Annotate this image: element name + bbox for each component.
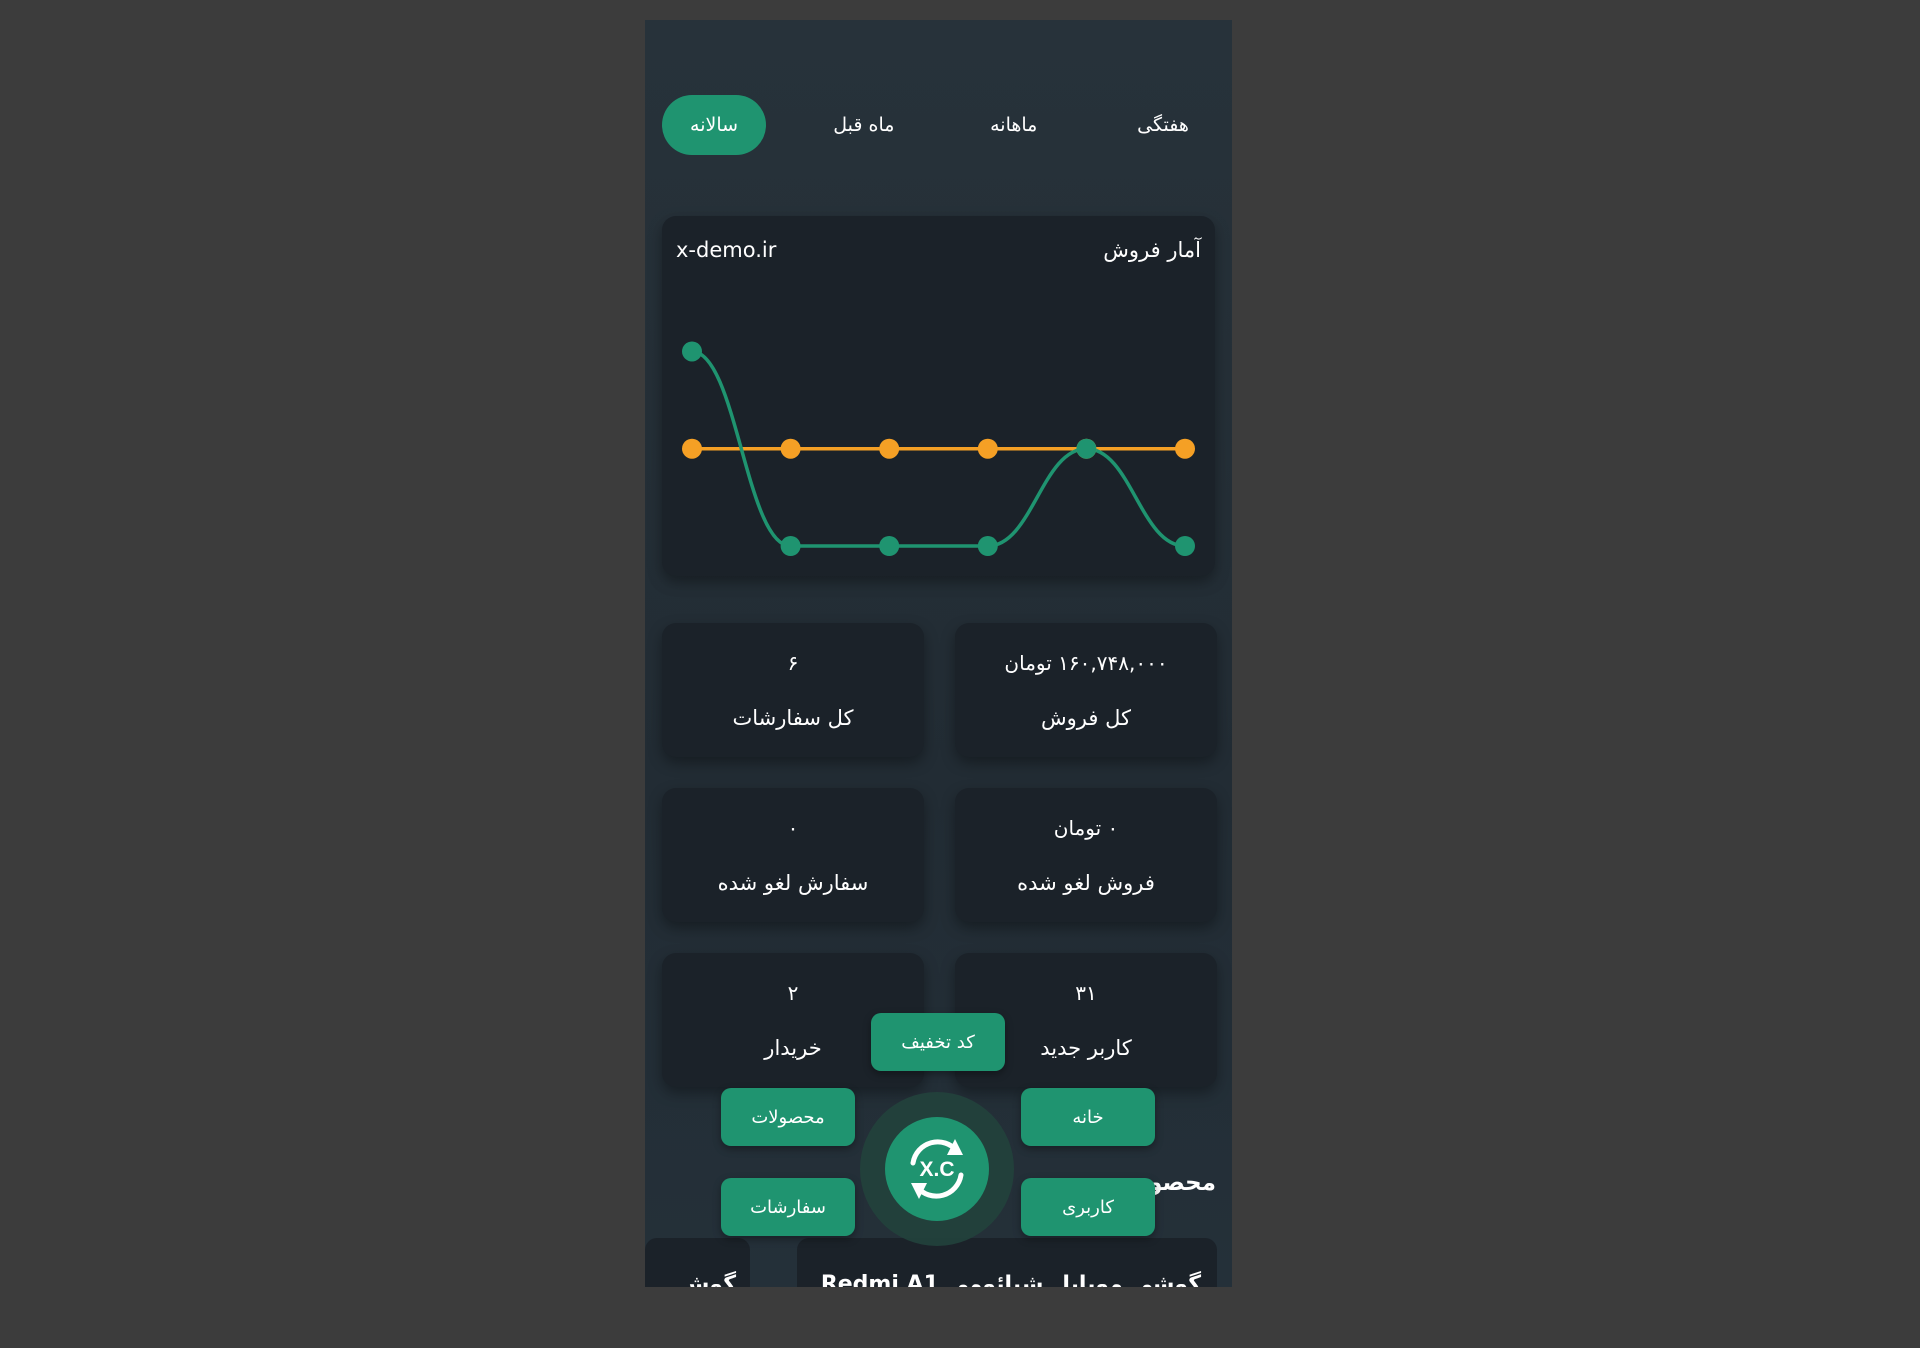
stat-label: کل فروش xyxy=(1041,705,1131,730)
stat-label: کاربر جدید xyxy=(1040,1035,1132,1060)
stat-value: ۳۱ xyxy=(1075,980,1097,1005)
stat-value: ۰ تومان xyxy=(1053,815,1119,840)
data-point[interactable] xyxy=(682,438,702,459)
tab-last-month[interactable]: ماه قبل xyxy=(811,95,916,155)
data-point[interactable] xyxy=(682,341,702,362)
stat-canceled-orders: ۰ سفارش لغو شده xyxy=(662,788,924,922)
stat-label: فروش لغو شده xyxy=(1017,870,1155,895)
stat-total-orders: ۶ کل سفارشات xyxy=(662,623,924,757)
stat-canceled-sales: ۰ تومان فروش لغو شده xyxy=(955,788,1217,922)
fab-products-button[interactable]: محصولات xyxy=(721,1088,855,1146)
data-point[interactable] xyxy=(1076,438,1097,459)
tab-weekly[interactable]: هفتگی xyxy=(1111,95,1215,155)
product-title: گوش xyxy=(679,1272,736,1287)
refresh-logo-icon: X.C xyxy=(910,1139,964,1199)
fab-orders-button[interactable]: سفارشات xyxy=(721,1178,855,1236)
stat-label: کل سفارشات xyxy=(732,705,854,730)
stat-value: ۶ xyxy=(787,650,799,675)
logo-text: X.C xyxy=(919,1158,954,1181)
stat-value: ۱۶۰,۷۴۸,۰۰۰ تومان xyxy=(1004,650,1168,675)
sales-chart-card: آمار فروش x-demo.ir xyxy=(662,216,1215,576)
fab-users-button[interactable]: کاربری xyxy=(1021,1178,1155,1236)
data-point[interactable] xyxy=(1175,536,1195,556)
section-title-products: محصو xyxy=(1148,1170,1216,1196)
stat-label: سفارش لغو شده xyxy=(717,870,869,895)
data-point[interactable] xyxy=(879,536,900,556)
fab-discount-button[interactable]: کد تخفیف xyxy=(871,1013,1005,1071)
product-card[interactable]: گوشی موبایل شیائومی Redmi A1 xyxy=(797,1238,1217,1287)
product-title: گوشی موبایل شیائومی Redmi A1 xyxy=(820,1272,1201,1287)
stat-value: ۲ xyxy=(787,980,799,1005)
data-point[interactable] xyxy=(879,438,900,459)
tab-yearly[interactable]: سالانه xyxy=(662,95,767,155)
product-card[interactable]: گوش xyxy=(645,1238,750,1287)
data-point[interactable] xyxy=(780,438,801,459)
period-tabs: هفتگی ماهانه ماه قبل سالانه xyxy=(662,95,1215,155)
tab-monthly[interactable]: ماهانه xyxy=(962,95,1066,155)
stat-label: خریدار xyxy=(764,1035,822,1060)
app-screen: هفتگی ماهانه ماه قبل سالانه آمار فروش x-… xyxy=(645,20,1232,1287)
data-point[interactable] xyxy=(977,536,998,556)
data-point[interactable] xyxy=(977,438,998,459)
sales-line-chart xyxy=(682,341,1195,556)
stat-value: ۰ xyxy=(787,815,799,840)
data-point[interactable] xyxy=(780,536,801,556)
fab-home-button[interactable]: خانه xyxy=(1021,1088,1155,1146)
fab-menu-button[interactable]: X.C xyxy=(885,1117,989,1221)
stat-total-sales: ۱۶۰,۷۴۸,۰۰۰ تومان کل فروش xyxy=(955,623,1217,757)
data-point[interactable] xyxy=(1175,438,1195,459)
